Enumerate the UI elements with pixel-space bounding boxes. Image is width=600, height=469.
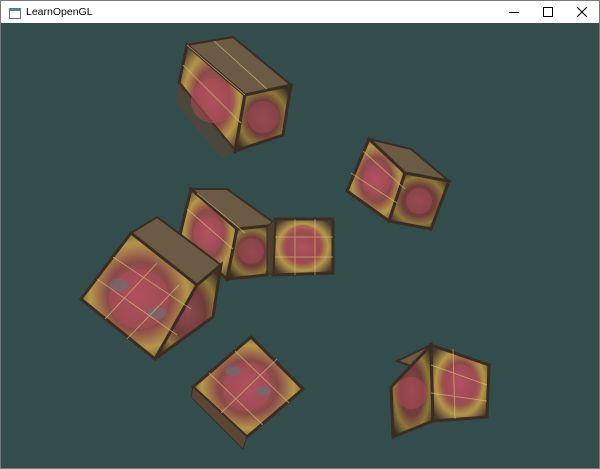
- cube: [175, 35, 294, 158]
- minimize-icon: [509, 12, 519, 13]
- minimize-button[interactable]: [497, 1, 531, 23]
- close-icon: [577, 7, 587, 17]
- cube: [345, 136, 453, 231]
- title-bar[interactable]: LearnOpenGL: [1, 1, 599, 23]
- maximize-icon: [543, 7, 553, 17]
- window-title: LearnOpenGL: [26, 6, 93, 18]
- app-window: LearnOpenGL: [0, 0, 600, 469]
- cube: [190, 334, 306, 450]
- cube: [266, 217, 335, 277]
- app-icon: [9, 6, 21, 19]
- close-button[interactable]: [565, 1, 599, 23]
- maximize-button[interactable]: [531, 1, 565, 23]
- window-controls: [497, 1, 599, 23]
- opengl-viewport[interactable]: [1, 23, 599, 468]
- cube: [389, 341, 492, 440]
- render-scene: [78, 35, 492, 450]
